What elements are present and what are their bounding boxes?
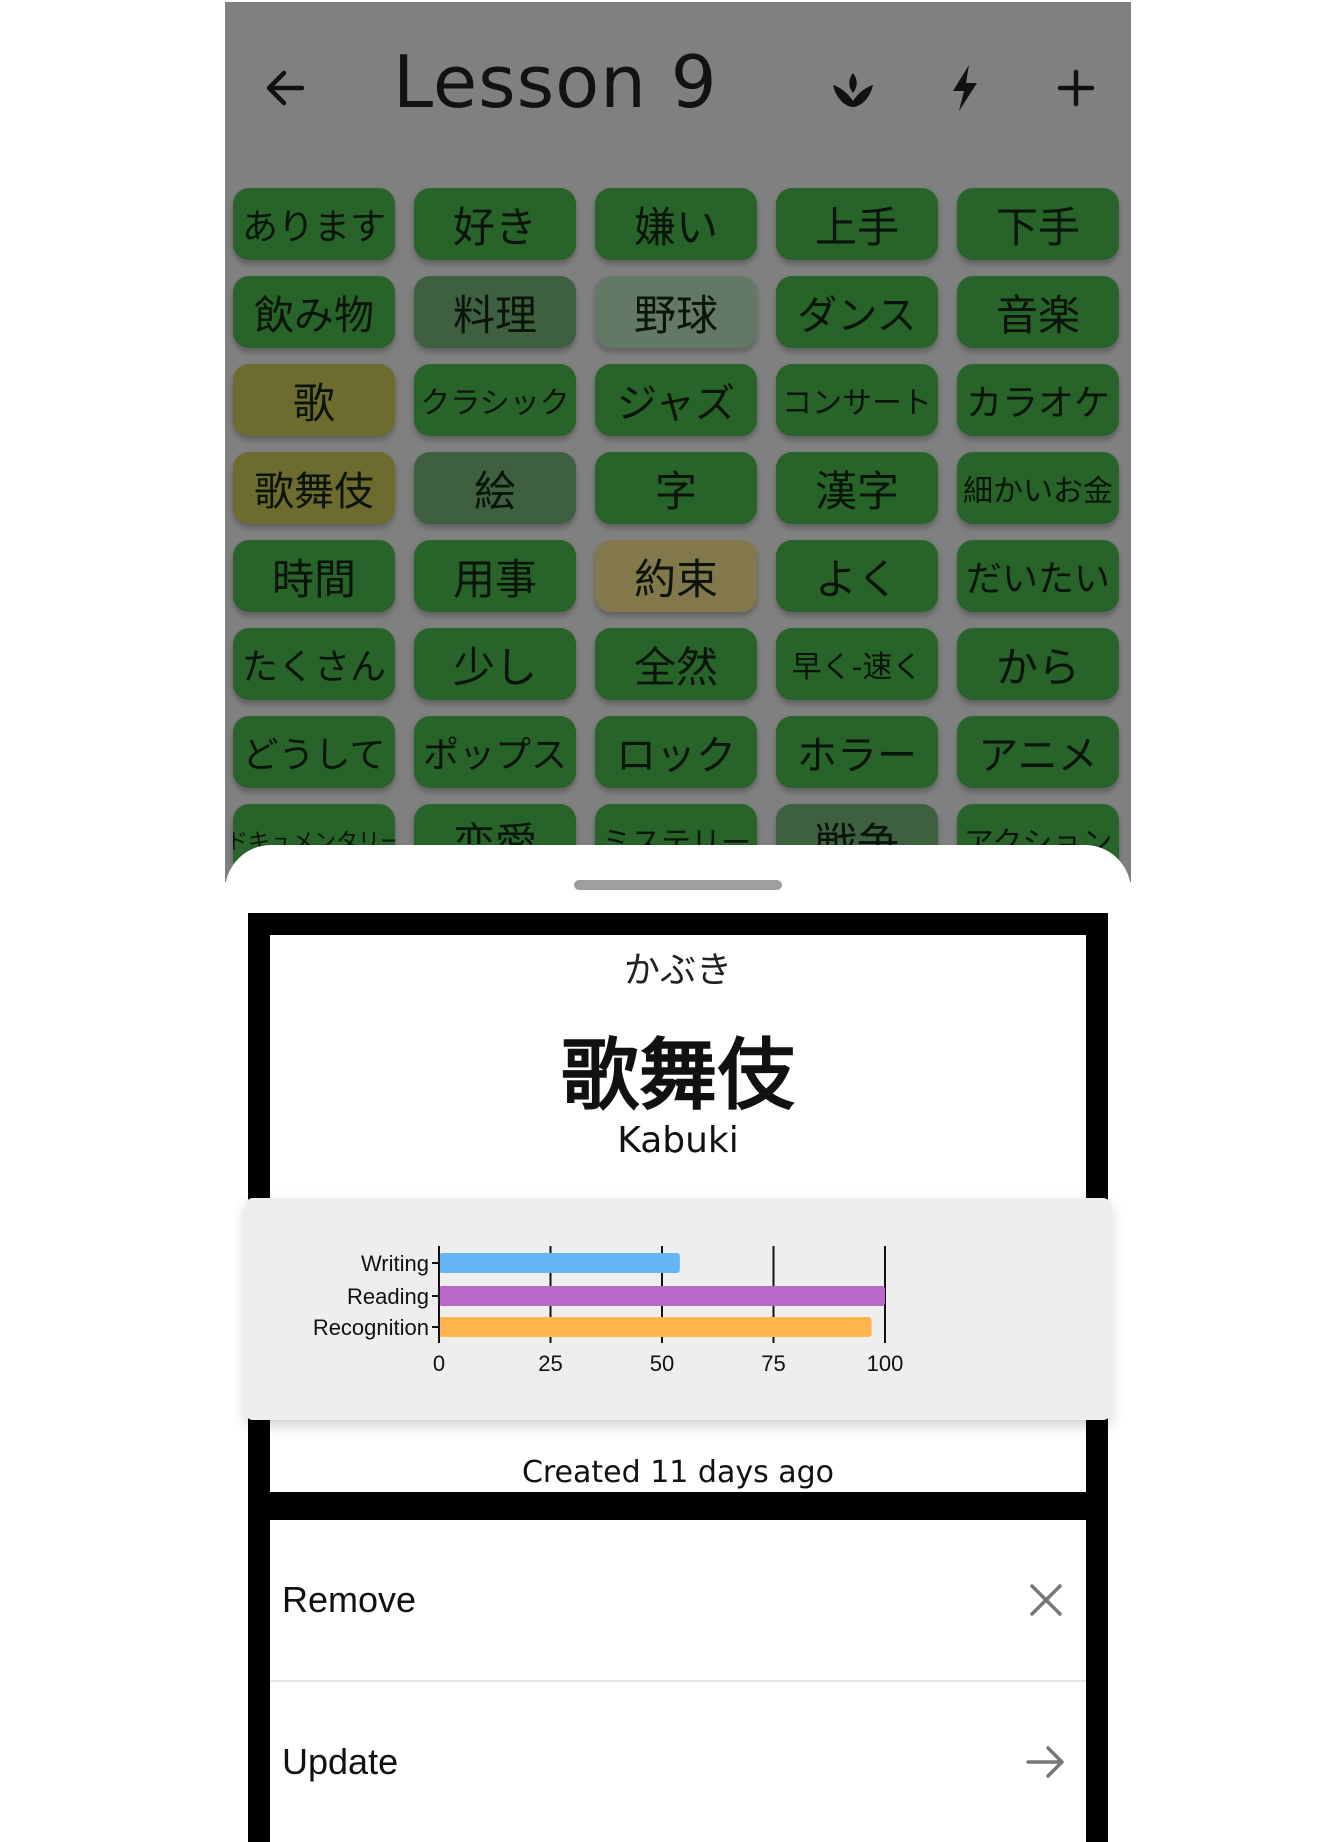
sprout-icon[interactable]: [823, 58, 883, 118]
progress-chart: 0 25 50 75 100 Writing Reading Recognition: [245, 1198, 1111, 1420]
vocab-chip[interactable]: 野球: [595, 276, 757, 348]
vocab-chip[interactable]: 時間: [233, 540, 395, 612]
vocab-chip[interactable]: 細かいお金: [957, 452, 1119, 524]
vocab-chip[interactable]: 歌舞伎: [233, 452, 395, 524]
vocab-chip[interactable]: アニメ: [957, 716, 1119, 788]
vocab-chip[interactable]: よく: [776, 540, 938, 612]
vocab-chip[interactable]: 約束: [595, 540, 757, 612]
vocab-chip[interactable]: 漢字: [776, 452, 938, 524]
x-tick-label: 75: [761, 1351, 785, 1376]
drag-handle[interactable]: [574, 880, 782, 890]
y-category-label: Recognition: [313, 1315, 429, 1340]
x-tick-label: 0: [433, 1351, 445, 1376]
word-reading: かぶき: [623, 950, 732, 991]
vocab-chip[interactable]: 少し: [414, 628, 576, 700]
vocab-chip[interactable]: 絵: [414, 452, 576, 524]
bar-reading: [439, 1286, 885, 1306]
bar-writing: [439, 1253, 680, 1273]
plus-icon[interactable]: [1046, 58, 1106, 118]
vocab-chip[interactable]: ジャズ: [595, 364, 757, 436]
lightning-icon[interactable]: [935, 58, 995, 118]
vocab-chip[interactable]: 早く-速く: [776, 628, 938, 700]
vocab-chip[interactable]: たくさん: [233, 628, 395, 700]
close-icon: [1030, 1584, 1062, 1616]
vocab-chip[interactable]: 用事: [414, 540, 576, 612]
remove-label: Remove: [282, 1579, 417, 1620]
actions-list: Remove Update: [270, 1520, 1086, 1842]
vocab-chip[interactable]: ロック: [595, 716, 757, 788]
vocab-chip[interactable]: 飲み物: [233, 276, 395, 348]
vocab-chip[interactable]: だいたい: [957, 540, 1119, 612]
vocab-chip[interactable]: ダンス: [776, 276, 938, 348]
app-root: Lesson 9 あります 好き 嫌い 上手 下手飲み物 料理 野球 ダンス 音楽歌クラシックジ…: [0, 0, 1342, 1842]
remove-action[interactable]: Remove: [270, 1520, 1086, 1680]
bar-recognition: [439, 1317, 872, 1337]
vocab-chip[interactable]: 料理: [414, 276, 576, 348]
x-tick-label: 50: [650, 1351, 674, 1376]
word-kanji: 歌舞伎: [560, 1031, 795, 1121]
app-bar: Lesson 9: [225, 2, 1131, 172]
vocab-chip[interactable]: あります: [233, 188, 395, 260]
vocab-chip[interactable]: カラオケ: [957, 364, 1119, 436]
vocab-chip[interactable]: ポップス: [414, 716, 576, 788]
vocab-chip[interactable]: 歌: [233, 364, 395, 436]
y-category-label: Writing: [361, 1251, 429, 1276]
lesson-screen: Lesson 9 あります 好き 嫌い 上手 下手飲み物 料理 野球 ダンス 音楽歌クラシックジ…: [225, 2, 1131, 882]
vocab-chip[interactable]: 下手: [957, 188, 1119, 260]
x-tick-label: 25: [538, 1351, 562, 1376]
vocab-chip[interactable]: クラシック: [414, 364, 576, 436]
arrow-left-icon[interactable]: [255, 58, 315, 118]
arrow-right-icon: [1026, 1746, 1064, 1778]
vocab-chip[interactable]: ホラー: [776, 716, 938, 788]
vocab-chip[interactable]: 字: [595, 452, 757, 524]
vocab-chip[interactable]: から: [957, 628, 1119, 700]
created-date: Created 11 days ago: [521, 1455, 835, 1490]
progress-chart-svg: 0 25 50 75 100 Writing Reading Recognition: [313, 1246, 904, 1376]
vocab-chip[interactable]: 好き: [414, 188, 576, 260]
vocab-chip[interactable]: 音楽: [957, 276, 1119, 348]
update-action[interactable]: Update: [270, 1682, 1086, 1842]
y-category-label: Reading: [347, 1284, 429, 1309]
page-title: Lesson 9: [393, 40, 718, 124]
update-label: Update: [282, 1741, 399, 1782]
vocab-chip[interactable]: 上手: [776, 188, 938, 260]
vocab-chip[interactable]: コンサート: [776, 364, 938, 436]
word-meaning: Kabuki: [617, 1120, 739, 1161]
vocab-chip[interactable]: どうして: [233, 716, 395, 788]
vocab-chip[interactable]: 全然: [595, 628, 757, 700]
x-tick-label: 100: [867, 1351, 904, 1376]
vocab-chip[interactable]: 嫌い: [595, 188, 757, 260]
